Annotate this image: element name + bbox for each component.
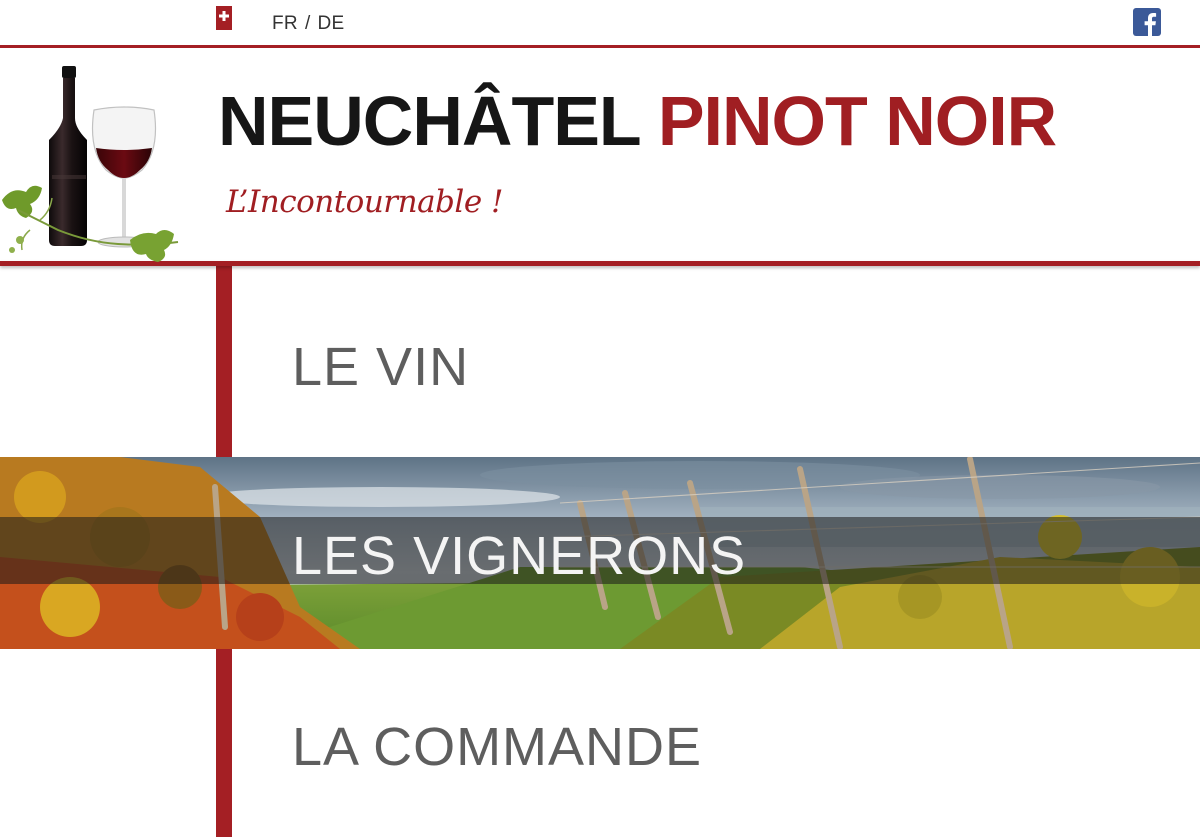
menu-label-le-vin: LE VIN <box>292 337 470 397</box>
tagline: L’Incontournable ! <box>226 184 503 220</box>
site-title: NEUCHÂTEL PINOT NOIR <box>218 86 1057 156</box>
menu-item-la-commande[interactable]: LA COMMANDE <box>0 650 1200 837</box>
facebook-icon[interactable] <box>1133 8 1161 36</box>
lang-separator: / <box>304 13 311 34</box>
menu-label-la-commande: LA COMMANDE <box>292 717 703 777</box>
menu-label-les-vignerons: LES VIGNERONS <box>292 526 747 586</box>
title-pinot-noir: PINOT NOIR <box>657 82 1057 160</box>
menu-item-les-vignerons[interactable]: LES VIGNERONS <box>0 457 1200 649</box>
swiss-cross-icon <box>216 6 232 30</box>
menu-item-le-vin[interactable]: LE VIN <box>0 266 1200 456</box>
lang-fr-link[interactable]: FR <box>272 13 298 34</box>
wine-bottle-glass-icon <box>2 66 179 262</box>
title-neuchatel: NEUCHÂTEL <box>218 82 640 160</box>
top-bar <box>0 0 1200 46</box>
lang-de-link[interactable]: DE <box>318 13 345 34</box>
language-switcher: FR / DE <box>272 13 345 35</box>
top-bar-rule <box>0 45 1200 48</box>
